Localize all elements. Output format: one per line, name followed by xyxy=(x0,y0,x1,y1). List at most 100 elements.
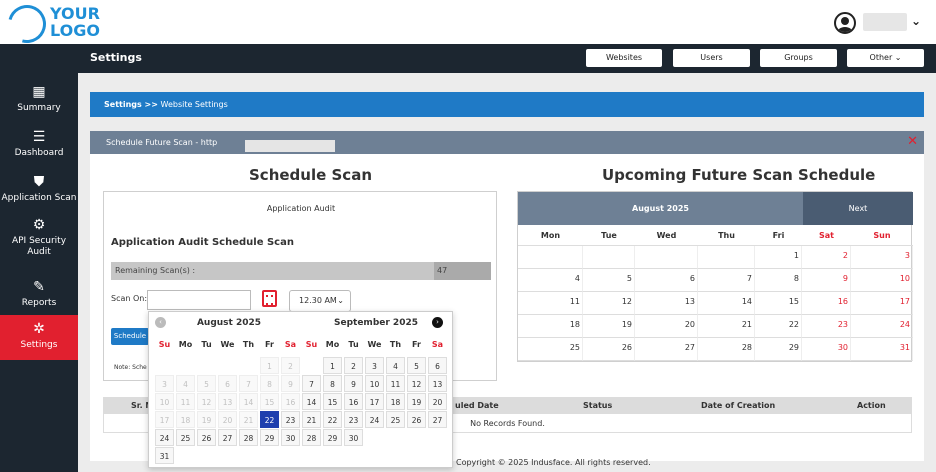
calendar-day[interactable]: 25 xyxy=(518,338,583,361)
user-name-redacted[interactable] xyxy=(863,13,907,31)
picker-day[interactable]: 4 xyxy=(386,357,405,374)
picker-day[interactable]: 10 xyxy=(365,375,384,392)
calendar-next-button[interactable]: Next xyxy=(803,192,913,225)
calendar-day[interactable]: 3 xyxy=(851,246,913,269)
picker-day[interactable]: 13 xyxy=(218,393,237,410)
picker-day[interactable]: 6 xyxy=(428,357,447,374)
calendar-day[interactable]: 2 xyxy=(802,246,851,269)
calendar-day[interactable]: 24 xyxy=(851,315,913,338)
picker-day[interactable]: 21 xyxy=(239,411,258,428)
picker-day[interactable]: 20 xyxy=(218,411,237,428)
picker-day[interactable]: 11 xyxy=(386,375,405,392)
schedule-button[interactable]: Schedule xyxy=(111,328,149,345)
picker-day[interactable]: 30 xyxy=(281,429,300,446)
picker-day[interactable]: 12 xyxy=(197,393,216,410)
sidebar-item-settings[interactable]: ✲ Settings xyxy=(0,315,78,360)
calendar-day[interactable]: 30 xyxy=(802,338,851,361)
calendar-day[interactable]: 19 xyxy=(583,315,635,338)
users-button[interactable]: Users xyxy=(673,49,750,67)
picker-day[interactable]: 23 xyxy=(281,411,300,428)
calendar-day[interactable] xyxy=(698,246,755,269)
picker-day[interactable]: 16 xyxy=(344,393,363,410)
picker-day[interactable]: 25 xyxy=(386,411,405,428)
picker-day[interactable]: 14 xyxy=(302,393,321,410)
picker-day[interactable]: 5 xyxy=(197,375,216,392)
picker-day[interactable]: 7 xyxy=(302,375,321,392)
sidebar-item-summary[interactable]: ▦ Summary xyxy=(0,78,78,123)
calendar-day[interactable]: 16 xyxy=(802,292,851,315)
picker-day[interactable]: 21 xyxy=(302,411,321,428)
other-dropdown-button[interactable]: Other ⌄ xyxy=(847,49,924,67)
sidebar-item-api-security-audit[interactable]: ⚙ API Security Audit xyxy=(0,211,78,269)
picker-day[interactable]: 24 xyxy=(365,411,384,428)
sidebar-item-reports[interactable]: ✎ Reports xyxy=(0,273,78,318)
picker-day[interactable]: 19 xyxy=(197,411,216,428)
picker-day[interactable]: 3 xyxy=(155,375,174,392)
picker-day[interactable]: 20 xyxy=(428,393,447,410)
picker-day[interactable]: 26 xyxy=(407,411,426,428)
chevron-right-icon[interactable]: › xyxy=(432,317,443,328)
picker-day[interactable]: 1 xyxy=(323,357,342,374)
picker-day[interactable]: 22 xyxy=(260,411,279,428)
calendar-day[interactable]: 4 xyxy=(518,269,583,292)
picker-day[interactable]: 28 xyxy=(302,429,321,446)
calendar-day[interactable]: 23 xyxy=(802,315,851,338)
picker-day[interactable]: 24 xyxy=(155,429,174,446)
chevron-down-icon[interactable]: ⌄ xyxy=(911,14,921,28)
picker-day[interactable]: 18 xyxy=(176,411,195,428)
picker-day[interactable]: 17 xyxy=(155,411,174,428)
calendar-day[interactable] xyxy=(583,246,635,269)
calendar-day[interactable]: 12 xyxy=(583,292,635,315)
calendar-day[interactable]: 29 xyxy=(755,338,802,361)
calendar-day[interactable] xyxy=(635,246,698,269)
calendar-day[interactable]: 8 xyxy=(755,269,802,292)
calendar-day[interactable]: 21 xyxy=(698,315,755,338)
picker-day[interactable]: 5 xyxy=(407,357,426,374)
picker-day[interactable]: 8 xyxy=(323,375,342,392)
picker-day[interactable]: 9 xyxy=(281,375,300,392)
calendar-day[interactable]: 10 xyxy=(851,269,913,292)
calendar-day[interactable]: 28 xyxy=(698,338,755,361)
picker-day[interactable]: 14 xyxy=(239,393,258,410)
picker-day[interactable]: 22 xyxy=(323,411,342,428)
picker-day[interactable]: 26 xyxy=(197,429,216,446)
calendar-day[interactable]: 13 xyxy=(635,292,698,315)
picker-day[interactable]: 25 xyxy=(176,429,195,446)
sidebar-item-dashboard[interactable]: ☰ Dashboard xyxy=(0,123,78,168)
calendar-day[interactable] xyxy=(518,246,583,269)
calendar-day[interactable]: 18 xyxy=(518,315,583,338)
picker-day[interactable]: 15 xyxy=(323,393,342,410)
picker-day[interactable]: 29 xyxy=(260,429,279,446)
picker-day[interactable]: 16 xyxy=(281,393,300,410)
calendar-day[interactable]: 14 xyxy=(698,292,755,315)
picker-day[interactable]: 2 xyxy=(281,357,300,374)
calendar-day[interactable]: 22 xyxy=(755,315,802,338)
scan-time-select[interactable]: 12.30 AM ⌄ xyxy=(289,290,351,312)
scan-date-input[interactable] xyxy=(147,290,251,310)
picker-day[interactable]: 11 xyxy=(176,393,195,410)
calendar-day[interactable]: 6 xyxy=(635,269,698,292)
calendar-day[interactable]: 17 xyxy=(851,292,913,315)
calendar-day[interactable]: 1 xyxy=(755,246,802,269)
picker-day[interactable]: 23 xyxy=(344,411,363,428)
picker-day[interactable]: 12 xyxy=(407,375,426,392)
close-icon[interactable]: ✕ xyxy=(907,134,918,150)
calendar-day[interactable]: 11 xyxy=(518,292,583,315)
picker-day[interactable]: 8 xyxy=(260,375,279,392)
calendar-day[interactable]: 26 xyxy=(583,338,635,361)
calendar-day[interactable]: 7 xyxy=(698,269,755,292)
picker-day[interactable]: 17 xyxy=(365,393,384,410)
picker-day[interactable]: 15 xyxy=(260,393,279,410)
picker-day[interactable]: 4 xyxy=(176,375,195,392)
picker-day[interactable]: 1 xyxy=(260,357,279,374)
picker-day[interactable]: 9 xyxy=(344,375,363,392)
picker-day[interactable]: 31 xyxy=(155,447,174,464)
calendar-day[interactable]: 15 xyxy=(755,292,802,315)
picker-day[interactable]: 28 xyxy=(239,429,258,446)
picker-day[interactable]: 19 xyxy=(407,393,426,410)
calendar-day[interactable]: 31 xyxy=(851,338,913,361)
calendar-day[interactable]: 20 xyxy=(635,315,698,338)
picker-day[interactable]: 3 xyxy=(365,357,384,374)
picker-day[interactable]: 18 xyxy=(386,393,405,410)
picker-day[interactable]: 27 xyxy=(428,411,447,428)
